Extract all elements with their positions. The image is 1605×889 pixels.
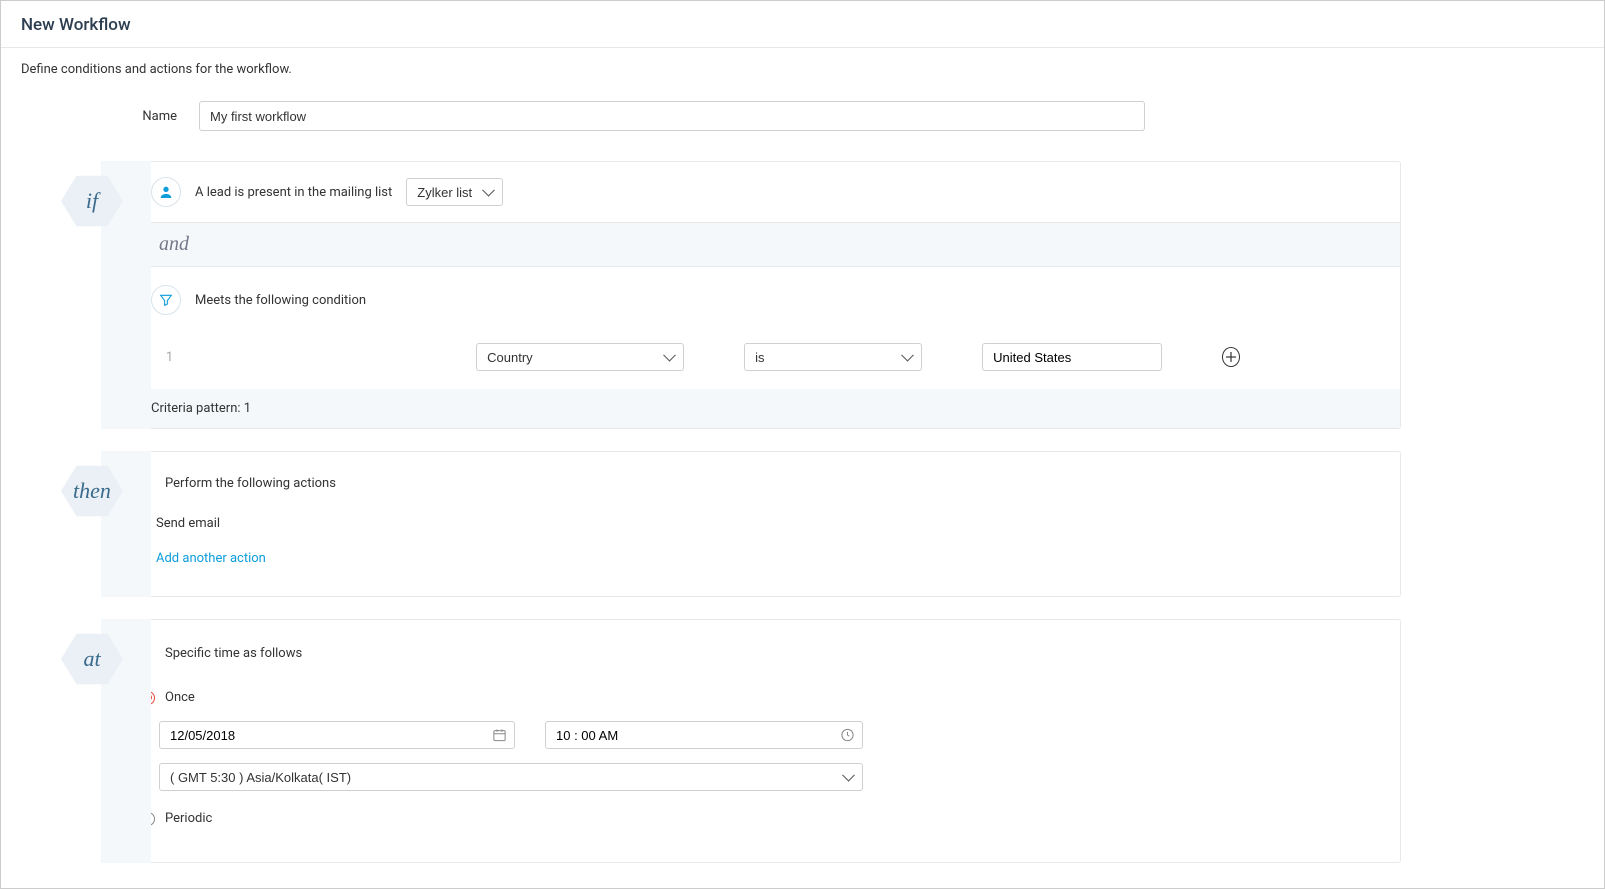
add-condition-button[interactable] xyxy=(1222,347,1240,367)
action-item[interactable]: Send email xyxy=(136,506,1380,541)
if-section: if A lead is present in the mailing list… xyxy=(61,161,1604,429)
name-row: Name xyxy=(1,101,1604,161)
then-heading: Perform the following actions xyxy=(165,476,336,491)
and-connector: and xyxy=(131,223,1400,267)
add-another-action-link[interactable]: Add another action xyxy=(136,541,1380,576)
lead-text: A lead is present in the mailing list xyxy=(195,185,392,200)
at-heading: Specific time as follows xyxy=(165,646,302,661)
once-label: Once xyxy=(165,690,195,705)
at-section: at Specific time as follows Once xyxy=(61,619,1604,863)
date-input[interactable] xyxy=(159,721,515,749)
condition-index: 1 xyxy=(159,350,180,365)
condition-field-select[interactable]: Country xyxy=(476,343,684,371)
page-title: New Workflow xyxy=(1,1,1604,48)
person-icon xyxy=(151,177,181,207)
workflow-name-input[interactable] xyxy=(199,101,1145,131)
condition-operator-select[interactable]: is xyxy=(744,343,922,371)
condition-row: 1 Country is xyxy=(151,337,1380,389)
criteria-pattern: Criteria pattern: 1 xyxy=(131,389,1400,428)
calendar-icon[interactable] xyxy=(492,728,507,743)
filter-icon xyxy=(151,285,181,315)
then-section: then Perform the following actions Send … xyxy=(61,451,1604,597)
time-input[interactable] xyxy=(545,721,863,749)
periodic-label: Periodic xyxy=(165,811,212,826)
name-label: Name xyxy=(21,109,199,124)
condition-value-input[interactable] xyxy=(982,343,1162,371)
lead-row: A lead is present in the mailing list Zy… xyxy=(131,162,1400,223)
mailing-list-select[interactable]: Zylker list xyxy=(406,178,503,206)
clock-small-icon[interactable] xyxy=(840,728,855,743)
timezone-select[interactable]: ( GMT 5:30 ) Asia/Kolkata( IST) xyxy=(159,763,863,791)
sub-description: Define conditions and actions for the wo… xyxy=(1,48,1604,101)
condition-heading: Meets the following condition xyxy=(195,293,366,308)
